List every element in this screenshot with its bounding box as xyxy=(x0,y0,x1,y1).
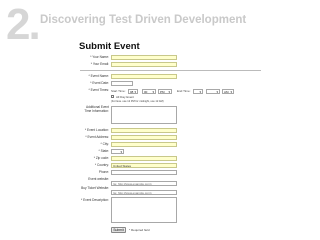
chevron-down-icon: ▾ xyxy=(199,89,201,94)
state-select[interactable]: ▾ xyxy=(111,148,124,154)
chevron-down-icon: ▾ xyxy=(230,89,232,94)
event-address-input[interactable] xyxy=(111,134,177,140)
event-website-input[interactable]: (ie: http://www.example.com) xyxy=(111,181,177,186)
additional-info-label: Additional Event Time Information: xyxy=(84,105,109,113)
end-ampm-select[interactable]: AM ▾ xyxy=(222,88,234,94)
all-day-label: All Day Event xyxy=(116,94,135,99)
end-minute-select[interactable]: ▾ xyxy=(206,88,220,94)
your-name-input[interactable] xyxy=(111,54,177,60)
start-minute-value: 00 xyxy=(144,89,148,94)
event-date-label: * Event Date: xyxy=(90,81,109,85)
end-ampm-value: AM xyxy=(224,89,229,94)
chevron-down-icon: ▾ xyxy=(120,149,122,154)
event-name-input[interactable] xyxy=(111,73,177,79)
time-hint: (For Exa. use 12 PM for midnight, use 12… xyxy=(111,99,164,103)
start-hour-value: 08 xyxy=(130,89,134,94)
all-day-checkbox[interactable] xyxy=(111,95,115,99)
event-date-input[interactable] xyxy=(111,80,133,86)
country-input[interactable]: United States xyxy=(111,162,177,168)
additional-info-textarea[interactable] xyxy=(111,106,177,124)
start-hour-select[interactable]: 08 ▾ xyxy=(128,88,138,94)
your-name-label: * Your Name: xyxy=(90,55,109,59)
start-minute-select[interactable]: 00 ▾ xyxy=(142,88,156,94)
event-description-textarea[interactable] xyxy=(111,197,177,223)
buy-tickets-input[interactable]: (ie: http://www.example.com) xyxy=(111,190,177,195)
submit-button[interactable]: Submit xyxy=(111,227,126,233)
divider xyxy=(80,70,261,71)
city-label: * City: xyxy=(100,142,109,146)
event-location-input[interactable] xyxy=(111,127,177,133)
end-time-label: End Time: xyxy=(177,89,191,93)
required-note: * Required field xyxy=(129,228,150,232)
event-website-label: Event website: xyxy=(88,177,109,181)
event-name-label: * Event Name: xyxy=(88,74,109,78)
buy-tickets-label: Buy Ticket Website: xyxy=(81,186,109,190)
phone-input[interactable] xyxy=(111,169,177,175)
country-label: * Country: xyxy=(94,163,109,167)
zip-input[interactable] xyxy=(111,155,177,161)
your-email-label: * Your Email: xyxy=(90,62,109,66)
phone-label: Phone: xyxy=(98,170,109,174)
start-ampm-select[interactable]: PM ▾ xyxy=(158,88,172,94)
event-times-label: * Event Times: xyxy=(88,88,109,92)
your-email-input[interactable] xyxy=(111,61,177,67)
submit-event-form: * Your Name: * Your Email: * Event Name:… xyxy=(0,0,320,240)
state-label: * State: xyxy=(98,149,109,153)
zip-label: * Zip code: xyxy=(93,156,109,160)
event-description-label: * Event Description: xyxy=(81,198,109,202)
city-input[interactable] xyxy=(111,141,177,147)
event-location-label: * Event Location: xyxy=(84,128,109,132)
chevron-down-icon: ▾ xyxy=(134,89,136,94)
start-ampm-value: PM xyxy=(160,89,165,94)
chevron-down-icon: ▾ xyxy=(168,89,170,94)
start-time-label: Start Time: xyxy=(111,89,126,93)
chevron-down-icon: ▾ xyxy=(216,89,218,94)
chevron-down-icon: ▾ xyxy=(152,89,154,94)
event-address-label: * Event Address: xyxy=(85,135,109,139)
end-hour-select[interactable]: ▾ xyxy=(193,88,203,94)
